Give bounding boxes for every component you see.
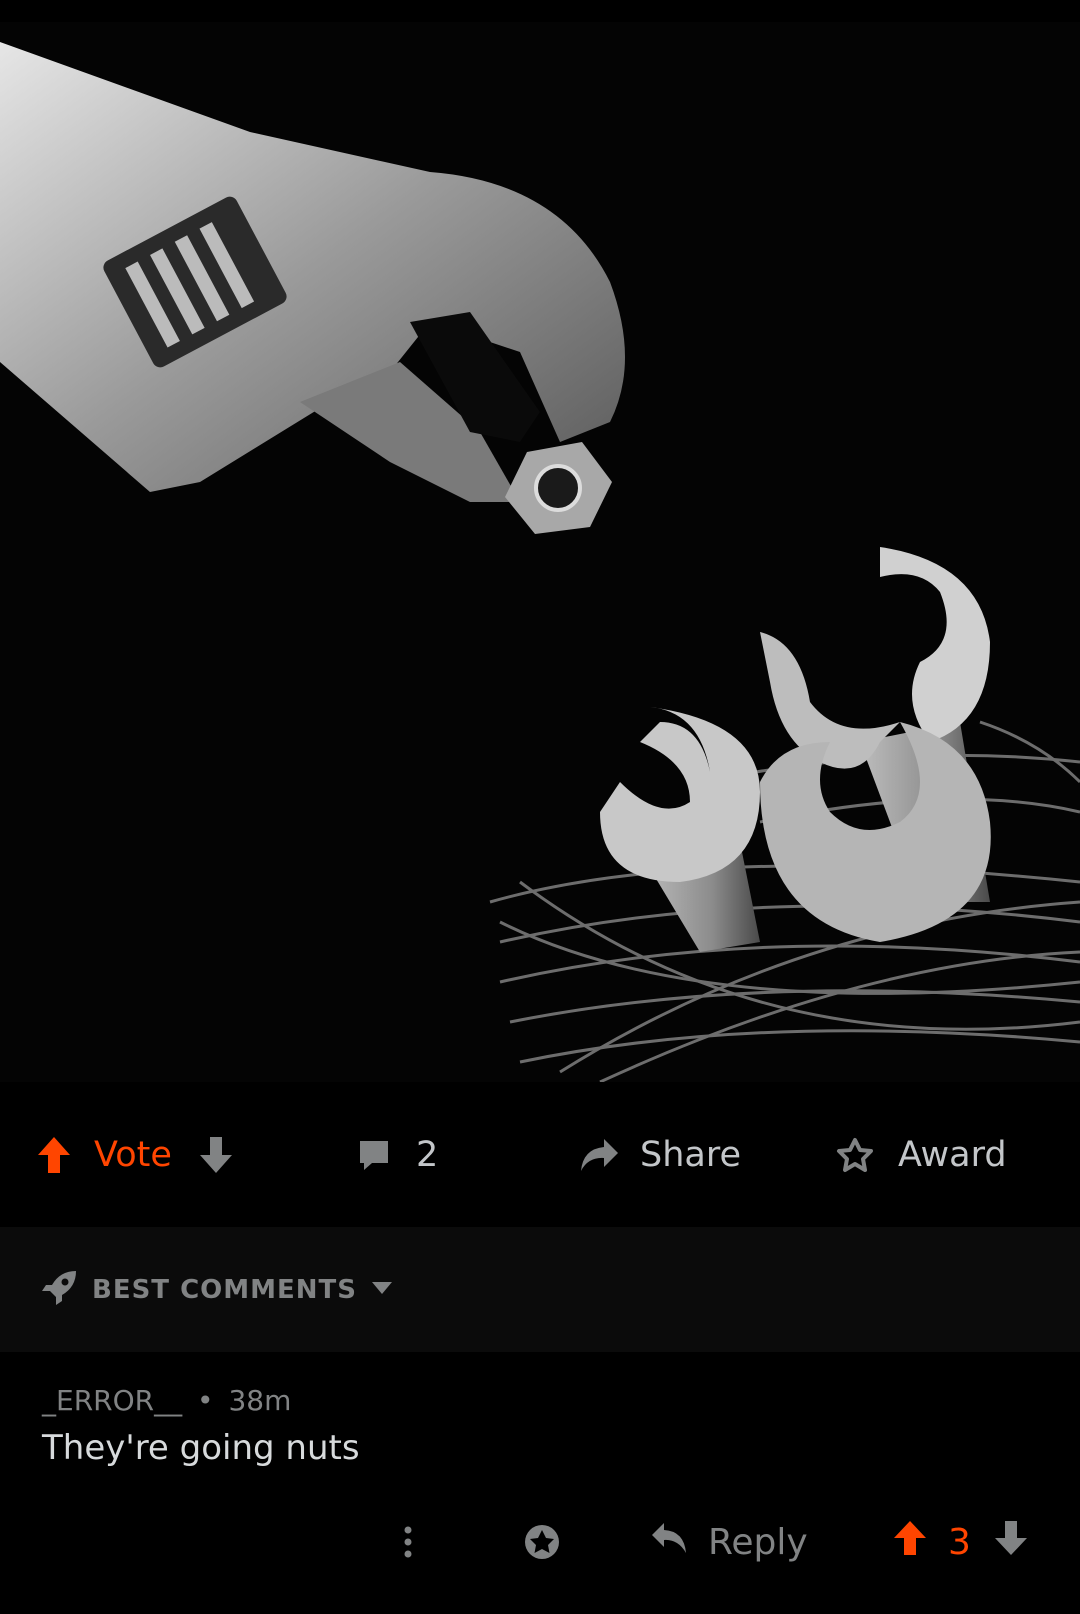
reply-icon — [650, 1521, 688, 1564]
award-label: Award — [898, 1134, 1007, 1175]
share-label: Share — [640, 1134, 742, 1175]
rocket-icon — [40, 1269, 78, 1311]
comment-award-icon[interactable] — [522, 1502, 562, 1582]
comment-icon — [356, 1137, 392, 1173]
downvote-icon[interactable] — [198, 1135, 234, 1175]
share-icon — [578, 1137, 620, 1173]
award-icon — [836, 1137, 874, 1173]
sort-dropdown[interactable]: BEST COMMENTS — [40, 1227, 393, 1352]
comment-author[interactable]: _ERROR__ — [42, 1384, 182, 1417]
comments-button[interactable]: 2 — [356, 1082, 438, 1227]
share-button[interactable]: Share — [578, 1082, 741, 1227]
comments-sort-bar: BEST COMMENTS — [0, 1227, 1080, 1352]
vote-group: Vote — [36, 1082, 234, 1227]
comment-meta: _ERROR__ • 38m — [42, 1384, 291, 1417]
post-action-bar: Vote 2 Share Award — [0, 1082, 1080, 1227]
sort-label: BEST COMMENTS — [92, 1274, 358, 1305]
comment-vote-group: 3 — [892, 1502, 1029, 1582]
comment-score: 3 — [948, 1521, 971, 1563]
more-options-icon[interactable] — [402, 1502, 414, 1582]
vote-label[interactable]: Vote — [94, 1135, 172, 1175]
comment: _ERROR__ • 38m They're going nuts Reply … — [0, 1352, 1080, 1614]
reply-button[interactable]: Reply — [650, 1502, 808, 1582]
post-image[interactable] — [0, 22, 1080, 1082]
comment-downvote-icon[interactable] — [993, 1519, 1029, 1566]
top-strip — [0, 0, 1080, 22]
comment-body: They're going nuts — [42, 1428, 360, 1468]
post-image-illustration — [0, 22, 1080, 1082]
meta-separator: • — [197, 1384, 214, 1417]
award-button[interactable]: Award — [836, 1082, 1007, 1227]
comment-age: 38m — [228, 1384, 292, 1417]
reply-label: Reply — [708, 1521, 808, 1563]
chevron-down-icon — [371, 1280, 393, 1299]
comment-count: 2 — [416, 1134, 439, 1175]
upvote-icon[interactable] — [36, 1135, 72, 1175]
comment-upvote-icon[interactable] — [892, 1519, 928, 1566]
